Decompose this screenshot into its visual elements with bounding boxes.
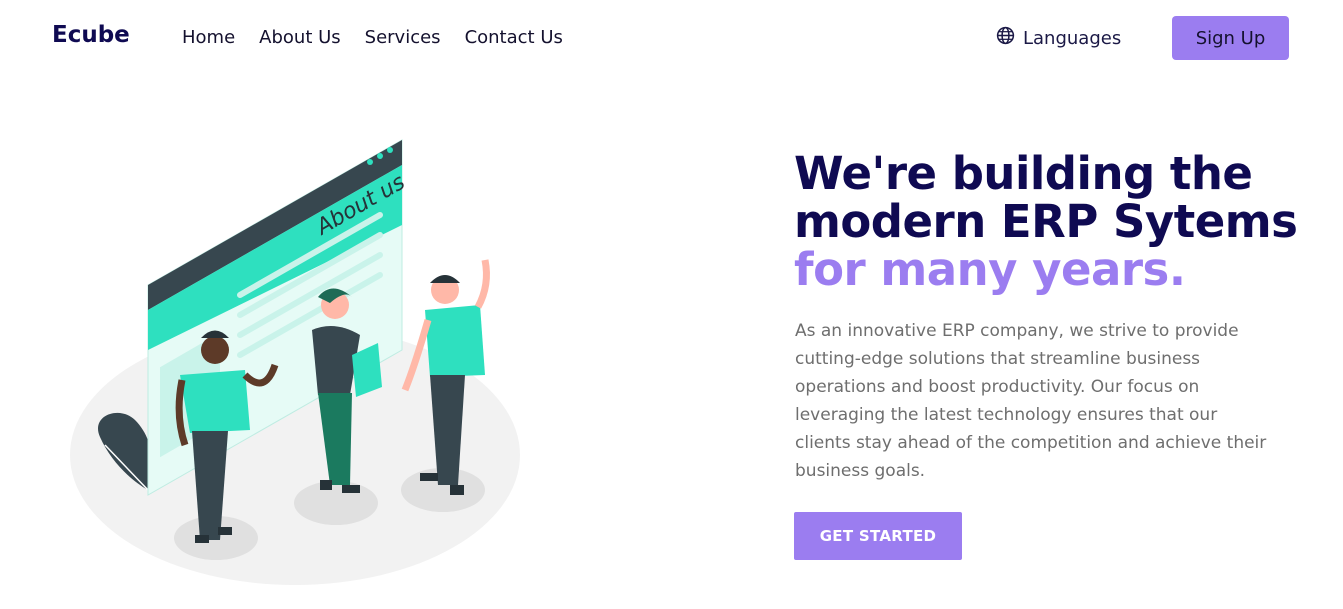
headline-line-2: modern ERP Sytems bbox=[794, 195, 1298, 248]
nav-services[interactable]: Services bbox=[365, 27, 441, 48]
hero-illustration: About us bbox=[60, 125, 540, 595]
headline-line-1: We're building the bbox=[794, 147, 1253, 200]
headline-accent: for many years. bbox=[794, 243, 1186, 296]
hero-headline: We're building the modern ERP Sytems for… bbox=[794, 150, 1334, 294]
get-started-button[interactable]: GET STARTED bbox=[794, 512, 962, 560]
nav-about-us[interactable]: About Us bbox=[259, 27, 341, 48]
languages-label: Languages bbox=[1023, 27, 1122, 49]
signup-button[interactable]: Sign Up bbox=[1172, 16, 1289, 60]
hero-description: As an innovative ERP company, we strive … bbox=[795, 321, 1267, 481]
brand-logo[interactable]: Ecube bbox=[52, 22, 130, 48]
languages-selector[interactable]: Languages bbox=[996, 26, 1121, 50]
nav-contact-us[interactable]: Contact Us bbox=[465, 27, 563, 48]
nav-home[interactable]: Home bbox=[182, 27, 235, 48]
main-nav: Home About Us Services Contact Us bbox=[182, 27, 587, 48]
globe-icon bbox=[996, 26, 1015, 50]
